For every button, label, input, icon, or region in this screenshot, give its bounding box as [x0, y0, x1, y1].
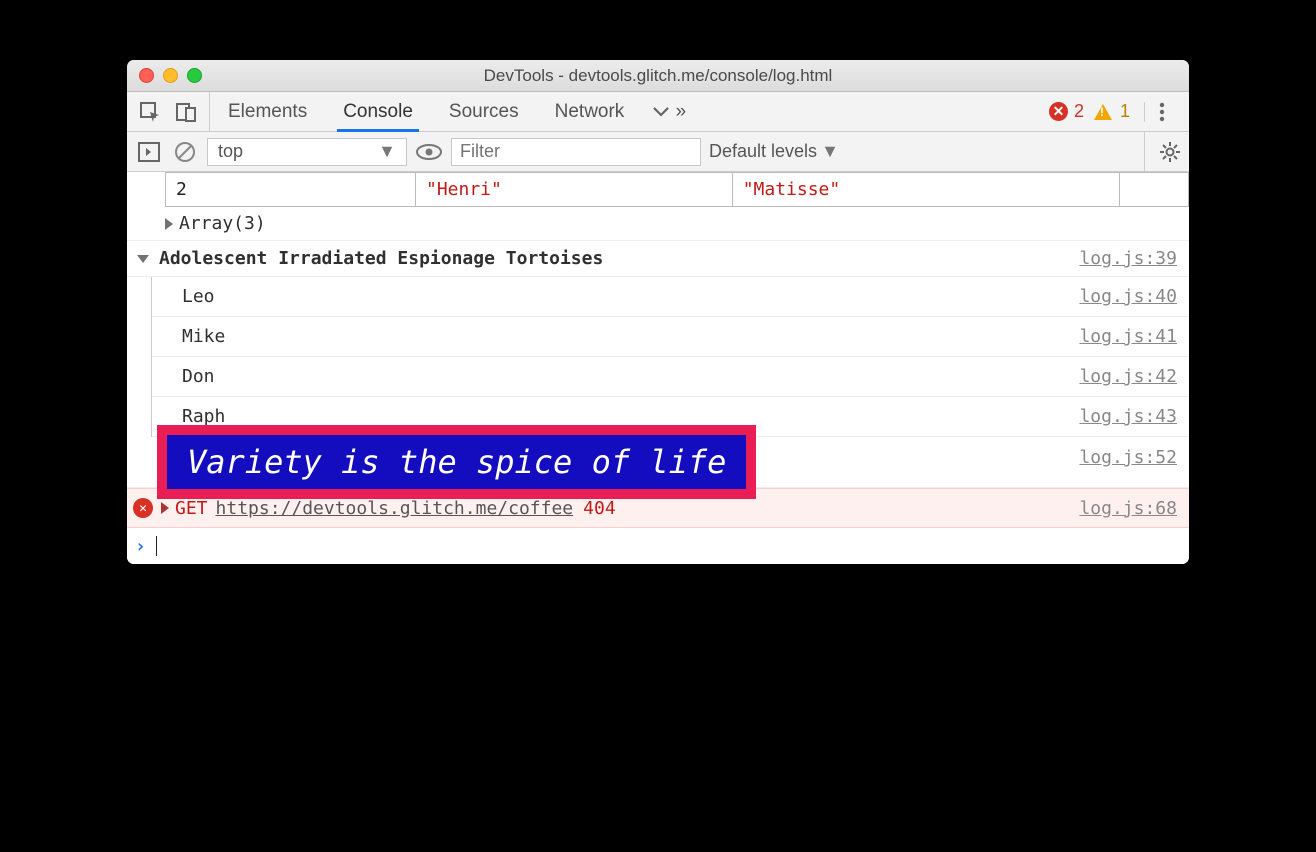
live-expression-icon[interactable]	[415, 143, 443, 161]
log-entry[interactable]: Leo log.js:40	[152, 277, 1189, 317]
tab-elements[interactable]: Elements	[210, 92, 325, 131]
log-levels-selector[interactable]: Default levels ▼	[709, 141, 839, 162]
source-link[interactable]: log.js:52	[1073, 443, 1189, 481]
console-sidebar-toggle-icon[interactable]	[135, 142, 163, 162]
log-entry[interactable]: Don log.js:42	[152, 357, 1189, 397]
text-cursor	[156, 536, 157, 556]
error-icon: ✕	[133, 498, 153, 518]
log-levels-label: Default levels	[709, 141, 817, 162]
tab-sources[interactable]: Sources	[431, 92, 537, 131]
chevron-down-icon: ▼	[378, 141, 396, 162]
console-group-header[interactable]: Adolescent Irradiated Espionage Tortoise…	[127, 241, 1189, 277]
error-count[interactable]: 2	[1072, 101, 1090, 122]
source-link[interactable]: log.js:68	[1073, 494, 1189, 523]
console-body: 2 "Henri" "Matisse" Array(3) Adolescent …	[127, 172, 1189, 564]
tab-console[interactable]: Console	[325, 92, 431, 131]
tab-list: Elements Console Sources Network »	[209, 92, 696, 131]
warning-badge-icon[interactable]	[1094, 104, 1112, 120]
source-link[interactable]: log.js:40	[1073, 282, 1189, 311]
source-link[interactable]: log.js:41	[1073, 322, 1189, 351]
chevron-down-icon: ▼	[821, 141, 839, 162]
array-preview-row[interactable]: Array(3)	[127, 207, 1189, 241]
table-cell-empty	[1120, 173, 1189, 207]
http-method: GET	[175, 498, 208, 519]
log-text: Leo	[152, 286, 1073, 307]
error-url[interactable]: https://devtools.glitch.me/coffee	[216, 498, 574, 519]
more-tabs-button[interactable]: »	[642, 92, 696, 131]
error-badge-icon[interactable]: ✕	[1049, 102, 1068, 121]
filter-input-wrapper	[451, 138, 701, 166]
titlebar: DevTools - devtools.glitch.me/console/lo…	[127, 60, 1189, 92]
table-fragment: 2 "Henri" "Matisse"	[127, 172, 1189, 207]
array-label: Array(3)	[179, 213, 266, 234]
execution-context-value: top	[218, 141, 243, 162]
clear-console-icon[interactable]	[171, 141, 199, 163]
log-text: Don	[152, 366, 1073, 387]
group-title: Adolescent Irradiated Espionage Tortoise…	[159, 248, 603, 269]
styled-log-text: Variety is the spice of life	[157, 425, 756, 499]
console-table[interactable]: 2 "Henri" "Matisse"	[165, 172, 1189, 207]
console-toolbar: top ▼ Default levels ▼	[127, 132, 1189, 172]
devtools-window: DevTools - devtools.glitch.me/console/lo…	[127, 60, 1189, 564]
expand-triangle-icon[interactable]	[161, 502, 169, 514]
window-title: DevTools - devtools.glitch.me/console/lo…	[127, 66, 1189, 86]
device-toolbar-icon[interactable]	[175, 101, 197, 123]
collapse-triangle-icon[interactable]	[137, 255, 149, 263]
styled-log-entry[interactable]: Variety is the spice of life log.js:52	[127, 437, 1189, 488]
console-prompt[interactable]: ›	[127, 528, 1189, 564]
settings-menu-button[interactable]	[1144, 102, 1179, 122]
expand-triangle-icon[interactable]	[165, 218, 173, 230]
table-row[interactable]: 2 "Henri" "Matisse"	[166, 173, 1189, 207]
http-status: 404	[583, 498, 616, 519]
table-cell: "Matisse"	[732, 173, 1120, 207]
source-link[interactable]: log.js:43	[1073, 402, 1189, 431]
console-settings-icon[interactable]	[1144, 132, 1181, 171]
source-link[interactable]: log.js:42	[1073, 362, 1189, 391]
log-text: Raph	[152, 406, 1073, 427]
log-text: Mike	[152, 326, 1073, 347]
prompt-chevron-icon: ›	[135, 536, 146, 557]
source-link[interactable]: log.js:39	[1073, 244, 1189, 273]
devtools-tabbar: Elements Console Sources Network » ✕ 2 1	[127, 92, 1189, 132]
filter-input[interactable]	[451, 138, 701, 166]
table-cell-index: 2	[166, 173, 416, 207]
warning-count[interactable]: 1	[1116, 101, 1134, 122]
log-entry[interactable]: Mike log.js:41	[152, 317, 1189, 357]
inspect-element-icon[interactable]	[139, 101, 161, 123]
table-cell: "Henri"	[416, 173, 733, 207]
tab-network[interactable]: Network	[537, 92, 643, 131]
execution-context-selector[interactable]: top ▼	[207, 138, 407, 166]
console-group-body: Leo log.js:40 Mike log.js:41 Don log.js:…	[151, 277, 1189, 437]
